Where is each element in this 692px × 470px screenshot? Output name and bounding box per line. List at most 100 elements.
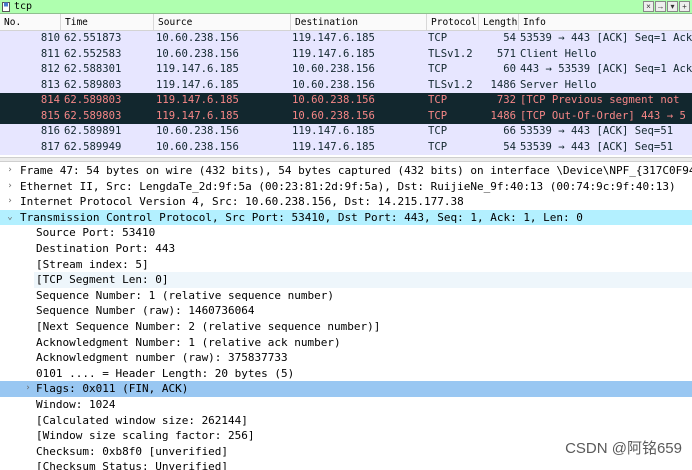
detail-tree-item[interactable]: › Ethernet II, Src: LengdaTe_2d:9f:5a (00… [0, 179, 692, 195]
detail-item-text: [Next Sequence Number: 2 (relative seque… [36, 320, 381, 333]
packet-details-tree[interactable]: › Frame 47: 54 bytes on wire (432 bits), … [0, 162, 692, 470]
packet-source: 10.60.238.156 [156, 125, 239, 138]
apply-filter-button[interactable]: → [655, 1, 666, 12]
detail-item-text: Destination Port: 443 [36, 242, 176, 255]
packet-number: 812 [40, 63, 60, 76]
packet-info: 443 → 53539 [ACK] Seq=1 Ack= [520, 63, 692, 76]
packet-destination: 10.60.238.156 [292, 78, 375, 91]
column-header-length[interactable]: Length [478, 14, 518, 30]
add-filter-button[interactable]: + [679, 1, 690, 12]
detail-tree-item[interactable]: Source Port: 53410 [0, 225, 692, 241]
detail-tree-item[interactable]: › Flags: 0x011 (FIN, ACK) [0, 381, 692, 397]
packet-time: 62.589891 [64, 125, 122, 138]
detail-tree-item[interactable]: [Next Sequence Number: 2 (relative seque… [0, 319, 692, 335]
packet-protocol: TCP [428, 140, 448, 153]
column-header-destination[interactable]: Destination [290, 14, 426, 30]
packet-destination: 119.147.6.185 [292, 47, 375, 60]
detail-tree-item[interactable]: Window: 1024 [0, 397, 692, 413]
clear-filter-button[interactable]: × [643, 1, 654, 12]
packet-time: 62.589803 [64, 109, 122, 122]
detail-tree-item[interactable]: › Internet Protocol Version 4, Src: 10.60… [0, 194, 692, 210]
packet-destination: 10.60.238.156 [292, 109, 375, 122]
detail-tree-item[interactable]: ⌄ Transmission Control Protocol, Src Port… [0, 209, 692, 226]
packet-length: 732 [496, 94, 516, 107]
packet-row[interactable]: 811 62.552583 10.60.238.156 119.147.6.185 TL… [0, 46, 692, 63]
column-header-info[interactable]: Info [518, 14, 692, 30]
packet-length: 571 [496, 47, 516, 60]
detail-tree-item[interactable]: [Checksum Status: Unverified] [0, 459, 692, 470]
packet-destination: 119.147.6.185 [292, 140, 375, 153]
display-filter-bar[interactable]: tcp × → ▾ + [0, 0, 692, 14]
column-header-protocol[interactable]: Protocol [426, 14, 478, 30]
detail-tree-item[interactable]: Acknowledgment Number: 1 (relative ack n… [0, 335, 692, 351]
collapsed-arrow-icon[interactable]: › [4, 163, 16, 179]
packet-length: 54 [503, 140, 516, 153]
packet-row[interactable]: 812 62.588301 119.147.6.185 10.60.238.156 TC… [0, 62, 692, 78]
detail-tree-item[interactable]: Acknowledgment number (raw): 375837733 [0, 350, 692, 366]
packet-row[interactable]: 813 62.589803 119.147.6.185 10.60.238.156 TL… [0, 77, 692, 94]
packet-row[interactable]: 814 62.589803 119.147.6.185 10.60.238.156 TC… [0, 93, 692, 109]
packet-row[interactable]: 815 62.589803 119.147.6.185 10.60.238.156 TC… [0, 108, 692, 125]
packet-time: 62.589803 [64, 78, 122, 91]
packet-destination: 119.147.6.185 [292, 32, 375, 44]
detail-tree-item[interactable]: 0101 .... = Header Length: 20 bytes (5) [0, 366, 692, 382]
packet-info: 53539 → 443 [ACK] Seq=51 [520, 140, 674, 153]
packet-source: 119.147.6.185 [156, 94, 239, 107]
packet-length: 1486 [490, 109, 516, 122]
expanded-arrow-icon[interactable]: ⌄ [4, 210, 16, 226]
detail-item-text: Sequence Number: 1 (relative sequence nu… [36, 288, 335, 302]
packet-time: 62.552583 [64, 47, 122, 60]
detail-tree-item[interactable]: [TCP Segment Len: 0] [34, 272, 692, 288]
packet-source: 119.147.6.185 [156, 78, 239, 91]
detail-tree-item[interactable]: Sequence Number: 1 (relative sequence nu… [0, 288, 692, 304]
detail-tree-item[interactable]: Sequence Number (raw): 1460736064 [0, 303, 692, 319]
packet-protocol: TCP [428, 109, 448, 122]
collapsed-arrow-icon[interactable]: › [22, 381, 34, 397]
packet-number: 817 [40, 140, 60, 153]
column-header-time[interactable]: Time [60, 14, 153, 30]
detail-item-text: Source Port: 53410 [36, 226, 156, 240]
packet-protocol: TCP [428, 63, 448, 76]
packet-length: 60 [503, 63, 516, 76]
detail-item-text: 0101 .... = Header Length: 20 bytes (5) [36, 366, 295, 380]
collapsed-arrow-icon[interactable]: › [4, 194, 16, 210]
packet-length: 1486 [490, 78, 516, 91]
packet-time: 62.551873 [64, 32, 122, 44]
detail-item-text: Acknowledgment number (raw): 375837733 [36, 351, 288, 365]
packet-number: 813 [40, 78, 60, 91]
detail-item-text: [Checksum Status: Unverified] [36, 460, 229, 470]
filter-history-dropdown[interactable]: ▾ [667, 1, 678, 12]
packet-info: Client Hello [520, 47, 597, 60]
detail-tree-item[interactable]: [Calculated window size: 262144] [0, 413, 692, 429]
packet-protocol: TLSv1.2 [428, 47, 473, 60]
packet-list-header: No. Time Source Destination Protocol Len… [0, 14, 692, 31]
packet-row[interactable]: 810 62.551873 10.60.238.156 119.147.6.185 TC… [0, 31, 692, 47]
packet-source: 119.147.6.185 [156, 63, 239, 76]
detail-item-text: [Window size scaling factor: 256] [36, 429, 255, 443]
detail-item-text: [Calculated window size: 262144] [36, 413, 248, 427]
detail-tree-item[interactable]: Destination Port: 443 [0, 241, 692, 257]
packet-time: 62.588301 [64, 63, 122, 76]
packet-row[interactable]: 816 62.589891 10.60.238.156 119.147.6.185 TC… [0, 124, 692, 140]
packet-destination: 119.147.6.185 [292, 125, 375, 138]
packet-info: [TCP Previous segment not [520, 94, 680, 107]
detail-tree-item[interactable]: › Frame 47: 54 bytes on wire (432 bits), … [0, 163, 692, 179]
detail-tree-item[interactable]: [Stream index: 5] [0, 257, 692, 273]
collapsed-arrow-icon[interactable]: › [4, 179, 16, 195]
bookmark-icon[interactable] [2, 2, 10, 12]
detail-item-text: Acknowledgment Number: 1 (relative ack n… [36, 335, 341, 349]
column-header-no[interactable]: No. [0, 14, 60, 30]
column-header-source[interactable]: Source [153, 14, 290, 30]
packet-list[interactable]: No. Time Source Destination Protocol Len… [0, 14, 692, 157]
packet-info: [TCP Out-Of-Order] 443 → 5 [520, 109, 686, 122]
filter-input[interactable]: tcp [14, 1, 32, 13]
packet-number: 810 [40, 32, 60, 44]
packet-source: 10.60.238.156 [156, 140, 239, 153]
packet-row[interactable]: 817 62.589949 10.60.238.156 119.147.6.185 TC… [0, 139, 692, 156]
packet-info: Server Hello [520, 78, 597, 91]
packet-protocol: TCP [428, 125, 448, 138]
packet-length: 66 [503, 125, 516, 138]
packet-number: 816 [40, 125, 60, 138]
detail-item-text: Sequence Number (raw): 1460736064 [36, 304, 255, 318]
detail-item-text: Flags: 0x011 (FIN, ACK) [36, 382, 189, 396]
